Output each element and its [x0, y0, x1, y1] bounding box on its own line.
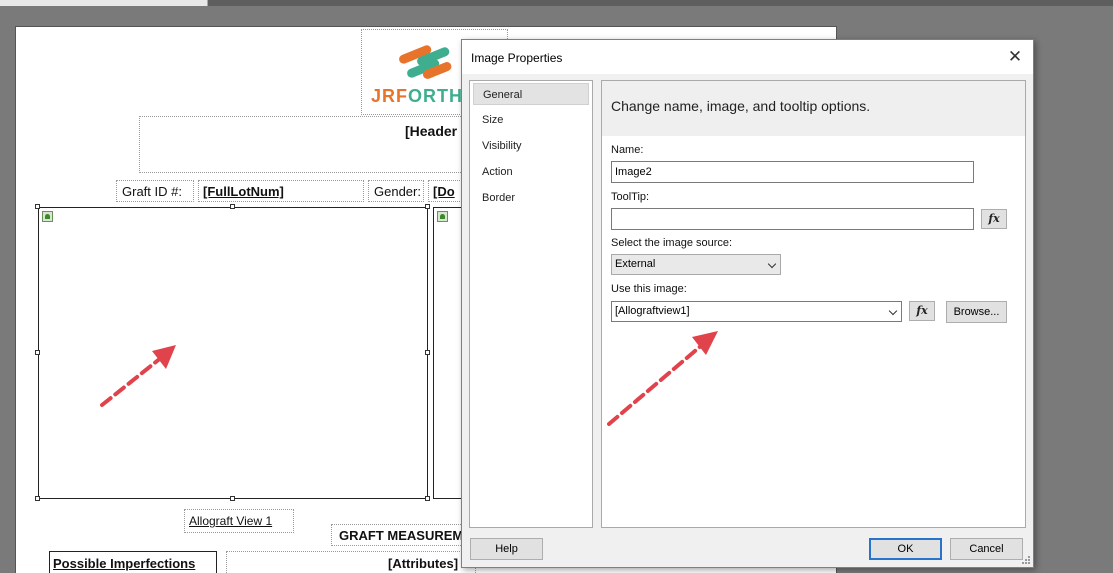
gender-value: [Do: [433, 184, 455, 199]
header-textbox[interactable]: [Header: [139, 116, 479, 173]
tooltip-input[interactable]: [611, 208, 974, 230]
resize-handle-bc[interactable]: [230, 496, 235, 501]
toolbar-divider: [207, 0, 208, 6]
attributes-box[interactable]: [Attributes]: [226, 551, 476, 573]
name-input[interactable]: Image2: [611, 161, 974, 183]
resize-handle-bl[interactable]: [35, 496, 40, 501]
annotation-arrow-icon: [100, 345, 176, 407]
nav-item-general[interactable]: General: [473, 83, 589, 105]
image-source-label: Select the image source:: [611, 237, 733, 249]
image-placeholder-icon: [437, 211, 448, 222]
image-placeholder-icon: [42, 211, 53, 222]
logo-text: JRFORTH: [371, 86, 464, 106]
ok-button[interactable]: OK: [869, 538, 942, 560]
graft-id-label-box[interactable]: Graft ID #:: [116, 180, 194, 202]
image-properties-dialog[interactable]: Image Properties ✕ General Size Visibili…: [461, 39, 1034, 568]
tooltip-label: ToolTip:: [611, 191, 650, 203]
graft-id-label: Graft ID #:: [122, 184, 182, 199]
image-caption-box[interactable]: Allograft View 1: [184, 509, 294, 533]
use-image-value: [Allograftview1]: [615, 305, 690, 317]
dialog-title: Image Properties: [471, 51, 563, 65]
use-image-label: Use this image:: [611, 283, 687, 295]
annotation-arrow-icon: [607, 331, 718, 426]
resize-handle-tl[interactable]: [35, 204, 40, 209]
top-toolbar-strip: [0, 0, 1113, 6]
nav-item-size[interactable]: Size: [473, 109, 589, 131]
close-icon[interactable]: ✕: [1003, 46, 1027, 68]
nav-item-visibility[interactable]: Visibility: [473, 135, 589, 157]
chevron-down-icon: [767, 259, 777, 269]
content-header-text: Change name, image, and tooltip options.: [611, 98, 871, 114]
graft-id-value-box[interactable]: [FullLotNum]: [198, 180, 364, 202]
image-source-value: External: [615, 258, 656, 270]
cancel-button[interactable]: Cancel: [950, 538, 1023, 560]
possible-imperfections-label: Possible Imperfections: [53, 556, 196, 571]
graft-measurement-box[interactable]: GRAFT MEASUREM: [331, 524, 471, 546]
browse-button[interactable]: Browse...: [946, 301, 1007, 323]
resize-handle-ml[interactable]: [35, 350, 40, 355]
header-placeholder: [Header: [405, 123, 458, 139]
tooltip-expression-button[interactable]: fx: [981, 209, 1007, 229]
resize-handle-tc[interactable]: [230, 204, 235, 209]
toolbar-area: [0, 0, 207, 6]
gender-label-box[interactable]: Gender:: [368, 180, 424, 202]
attributes-placeholder: [Attributes]: [388, 556, 459, 571]
image-expression-button[interactable]: fx: [909, 301, 935, 321]
resize-handle-mr[interactable]: [425, 350, 430, 355]
image-caption: Allograft View 1: [189, 514, 273, 528]
chevron-down-icon: [888, 306, 898, 316]
name-label: Name:: [611, 144, 644, 156]
resize-grip-icon[interactable]: [1021, 555, 1031, 565]
dialog-titlebar[interactable]: Image Properties ✕: [462, 40, 1033, 74]
graft-id-value: [FullLotNum]: [203, 184, 284, 199]
resize-handle-tr[interactable]: [425, 204, 430, 209]
nav-item-border[interactable]: Border: [473, 187, 589, 209]
properties-nav: General Size Visibility Action Border: [469, 80, 593, 528]
image-source-select[interactable]: External: [611, 254, 781, 275]
properties-content: Change name, image, and tooltip options.…: [601, 80, 1026, 528]
resize-handle-br[interactable]: [425, 496, 430, 501]
logo-mark-icon: [399, 45, 452, 79]
gender-label: Gender:: [374, 184, 421, 199]
possible-imperfections-box[interactable]: Possible Imperfections: [49, 551, 217, 573]
graft-measurement-title: GRAFT MEASUREM: [339, 528, 464, 543]
content-header: Change name, image, and tooltip options.: [602, 81, 1025, 136]
logo-text-rest: ORTH: [408, 86, 464, 106]
help-button[interactable]: Help: [470, 538, 543, 560]
nav-item-action[interactable]: Action: [473, 161, 589, 183]
